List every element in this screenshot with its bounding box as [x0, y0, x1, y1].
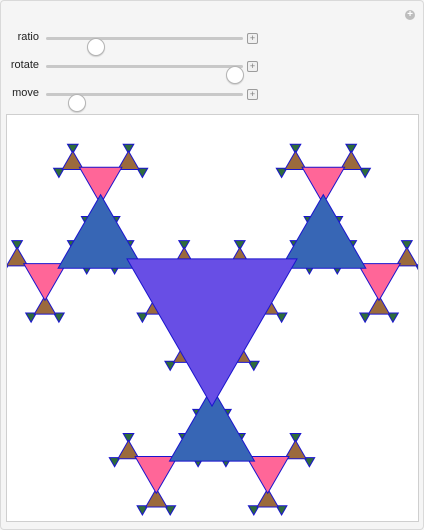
- expand-move-button[interactable]: +: [247, 89, 258, 100]
- fractal-triangle-level-1: [279, 193, 367, 269]
- slider-ratio[interactable]: [46, 37, 243, 56]
- slider-move-thumb[interactable]: [67, 94, 86, 112]
- fractal-triangle-level-1: [57, 193, 144, 269]
- slider-label-move: move: [12, 87, 39, 99]
- expand-ratio-button[interactable]: +: [247, 33, 258, 44]
- fractal-triangle-level-2: [245, 456, 290, 495]
- slider-rotate-thumb[interactable]: [226, 66, 245, 84]
- control-ratio: ratio +: [1, 28, 424, 56]
- fractal-triangle-level-2: [356, 263, 402, 302]
- add-icon[interactable]: +: [405, 10, 415, 20]
- slider-ratio-thumb[interactable]: [87, 38, 106, 56]
- slider-rotate[interactable]: [46, 65, 245, 84]
- fractal-triangle-level-2: [134, 456, 179, 495]
- graphics-canvas: [6, 114, 419, 522]
- fractal-triangle-level-0: [126, 258, 298, 408]
- slider-label-ratio: ratio: [17, 31, 39, 43]
- slider-label-rotate: rotate: [10, 59, 39, 71]
- manipulate-panel: + ratio + rotate + move +: [0, 0, 424, 530]
- slider-move[interactable]: [46, 93, 243, 112]
- control-rotate: rotate +: [1, 56, 424, 84]
- fractal-triangle-level-2: [22, 263, 68, 302]
- expand-rotate-button[interactable]: +: [247, 61, 258, 72]
- control-move: move +: [1, 84, 424, 112]
- fractal-graphic: [7, 143, 418, 517]
